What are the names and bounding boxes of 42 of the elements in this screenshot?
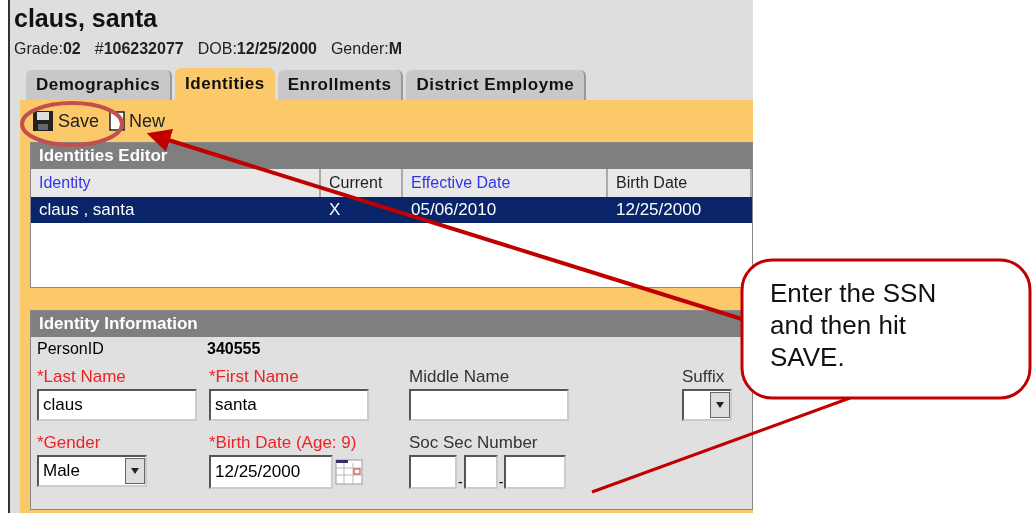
dropdown[interactable] — [682, 389, 732, 421]
field-label: Middle Name — [409, 366, 511, 388]
date-field[interactable]: 12/25/2000 — [209, 455, 333, 489]
field-label: *Last Name — [37, 366, 127, 388]
student-name: claus, santa — [14, 3, 159, 34]
caret-icon — [130, 467, 140, 475]
text-field[interactable]: claus — [37, 389, 197, 421]
table-cell-text: claus , santa — [38, 199, 136, 221]
field-label: Soc Sec Number — [409, 432, 539, 454]
table-cell-text: 05/06/2010 — [410, 199, 498, 221]
text-field[interactable]: santa — [209, 389, 369, 421]
save-button[interactable]: Save — [32, 107, 100, 135]
calendar-icon[interactable] — [335, 459, 363, 485]
field-label: Suffix — [682, 366, 726, 388]
ssn-field[interactable] — [409, 455, 457, 489]
table-row[interactable]: claus , santa X 05/06/2010 12/25/2000 — [31, 197, 752, 223]
student-detail: Gender:M — [330, 39, 403, 59]
callout-text: Enter the SSN and then hit SAVE. — [770, 277, 938, 373]
tab[interactable]: District Employme — [406, 70, 587, 100]
table-cell-text: X — [328, 199, 342, 221]
field-label: *First Name — [209, 366, 300, 388]
table-cell-text: 12/25/2000 — [615, 199, 703, 221]
student-detail: Grade:02 — [14, 39, 81, 59]
person-id-value: 340555 — [207, 339, 261, 359]
dash: - — [458, 475, 463, 489]
caret-icon — [715, 401, 725, 409]
tab[interactable]: Identities — [175, 68, 275, 100]
panel-header: Identities Editor — [31, 143, 752, 169]
field-label: *Gender — [37, 432, 102, 454]
dash: - — [498, 475, 504, 489]
dropdown[interactable]: Male — [37, 455, 147, 487]
ssn-field[interactable] — [504, 455, 567, 489]
student-detail: DOB:12/25/2000 — [197, 39, 317, 59]
field-label: PersonID — [37, 339, 105, 359]
floppy-icon — [32, 110, 54, 132]
tab[interactable]: Demographics — [26, 70, 173, 100]
student-detail: #106232077 — [94, 39, 184, 59]
tab[interactable]: Enrollments — [277, 70, 404, 100]
new-button[interactable]: New — [109, 107, 166, 135]
ssn-field[interactable] — [463, 455, 498, 489]
field-label: *Birth Date (Age: 9) — [209, 432, 358, 454]
text-field[interactable] — [409, 389, 569, 421]
